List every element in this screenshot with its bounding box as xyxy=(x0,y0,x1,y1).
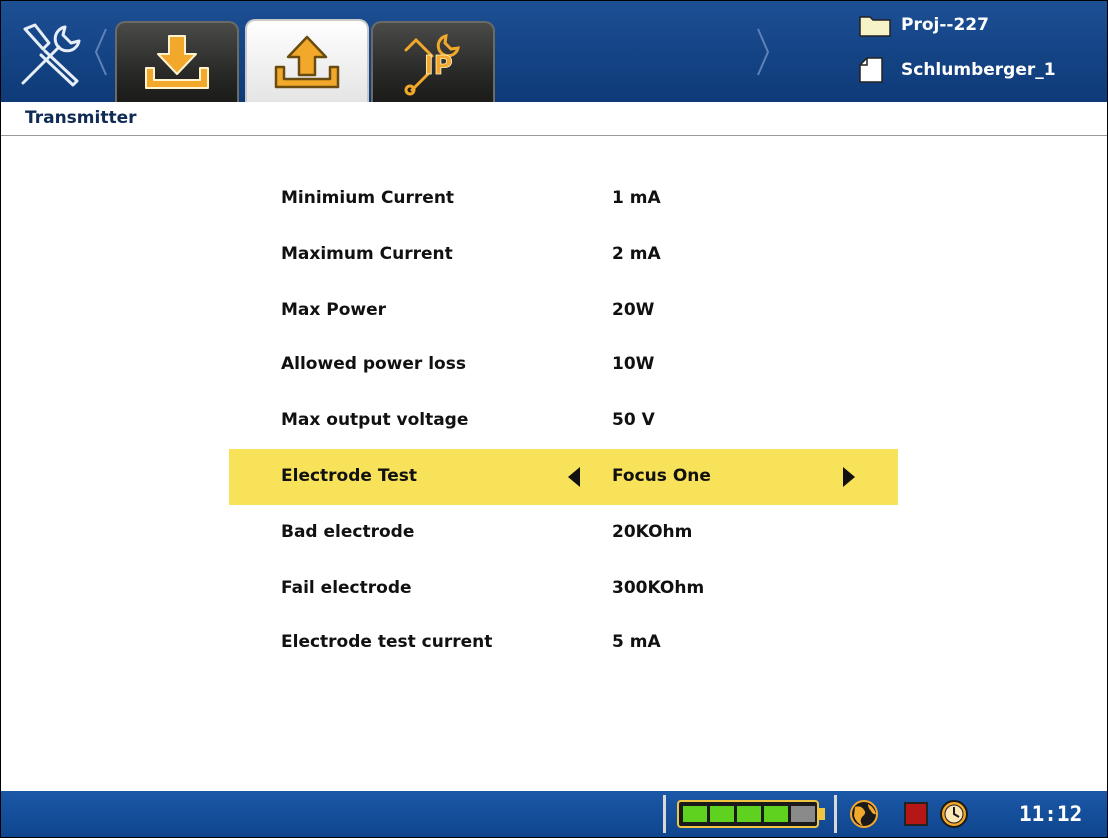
globe-icon xyxy=(850,800,878,828)
setting-value: 20KOhm xyxy=(612,522,693,542)
setting-row-electrode-test[interactable]: Electrode Test Focus One xyxy=(229,449,898,505)
battery-icon xyxy=(677,800,825,828)
setting-value: 300KOhm xyxy=(612,578,705,598)
setting-value: 20W xyxy=(612,300,655,320)
project-info: Proj--227 Schlumberger_1 xyxy=(859,7,1107,97)
setting-row-allowed-power-loss[interactable]: Allowed power loss 10W xyxy=(229,337,898,393)
setting-row-fail-electrode[interactable]: Fail electrode 300KOhm xyxy=(229,561,898,617)
project-file[interactable]: Schlumberger_1 xyxy=(859,57,1056,83)
record-indicator[interactable] xyxy=(904,802,928,826)
tab-scroll-right[interactable] xyxy=(753,23,773,81)
setting-value: 10W xyxy=(612,354,655,374)
title-bar: Transmitter xyxy=(1,102,1107,136)
clock-status[interactable] xyxy=(939,799,969,833)
setting-label: Maximum Current xyxy=(281,244,453,264)
file-icon xyxy=(859,57,883,83)
battery-segment xyxy=(791,806,815,822)
ip-tools-icon: IP xyxy=(404,34,460,96)
chevron-right-icon xyxy=(757,28,770,76)
tab-scroll-left[interactable] xyxy=(91,23,111,81)
folder-icon xyxy=(859,16,891,37)
setting-label: Bad electrode xyxy=(281,522,415,542)
setting-label: Minimium Current xyxy=(281,188,455,208)
setting-label: Electrode test current xyxy=(281,632,493,652)
battery-segment xyxy=(683,806,707,822)
setting-row-max-output-voltage[interactable]: Max output voltage 50 V xyxy=(229,393,898,449)
tools-button[interactable] xyxy=(9,15,93,95)
triangle-left-icon xyxy=(568,467,580,487)
setting-label: Allowed power loss xyxy=(281,354,466,374)
setting-value: 50 V xyxy=(612,410,655,430)
tab-ip-tools[interactable]: IP xyxy=(371,21,495,103)
status-separator xyxy=(663,795,666,833)
setting-row-max-power[interactable]: Max Power 20W xyxy=(229,283,898,339)
project-file-label: Schlumberger_1 xyxy=(901,60,1056,80)
chevron-left-icon xyxy=(94,28,107,76)
setting-row-maximum-current[interactable]: Maximum Current 2 mA xyxy=(229,227,898,283)
status-bar: 11:12 xyxy=(1,791,1107,837)
clock-icon xyxy=(940,800,968,828)
project-folder[interactable]: Proj--227 xyxy=(859,13,989,37)
battery-segment xyxy=(764,806,788,822)
project-folder-label: Proj--227 xyxy=(901,15,989,35)
setting-row-bad-electrode[interactable]: Bad electrode 20KOhm xyxy=(229,505,898,561)
triangle-right-icon xyxy=(843,467,855,487)
setting-label: Max output voltage xyxy=(281,410,469,430)
battery-segment xyxy=(710,806,734,822)
tab-download[interactable] xyxy=(115,21,239,103)
wrench-screwdriver-icon xyxy=(21,23,81,87)
clock-time: 11:12 xyxy=(1019,802,1083,826)
battery-segment xyxy=(737,806,761,822)
setting-label: Fail electrode xyxy=(281,578,412,598)
setting-row-electrode-test-current[interactable]: Electrode test current 5 mA xyxy=(229,615,898,671)
setting-label: Electrode Test xyxy=(281,466,417,486)
top-bar: IP Proj--227 Schlumberger_1 xyxy=(1,1,1107,103)
previous-option-button[interactable] xyxy=(567,466,581,492)
svg-text:IP: IP xyxy=(424,51,453,81)
setting-value: Focus One xyxy=(612,466,711,486)
next-option-button[interactable] xyxy=(842,466,856,492)
setting-value: 2 mA xyxy=(612,244,661,264)
battery-indicator[interactable] xyxy=(677,798,827,830)
gps-status[interactable] xyxy=(847,799,881,833)
setting-label: Max Power xyxy=(281,300,387,320)
status-separator xyxy=(834,795,837,833)
app-window: IP Proj--227 Schlumberger_1 Transmitter … xyxy=(0,0,1108,838)
setting-value: 1 mA xyxy=(612,188,661,208)
page-title: Transmitter xyxy=(25,108,137,128)
download-icon xyxy=(145,35,209,89)
setting-row-minimum-current[interactable]: Minimium Current 1 mA xyxy=(229,171,898,227)
upload-icon xyxy=(274,35,340,89)
tab-upload[interactable] xyxy=(245,19,369,103)
setting-value: 5 mA xyxy=(612,632,661,652)
